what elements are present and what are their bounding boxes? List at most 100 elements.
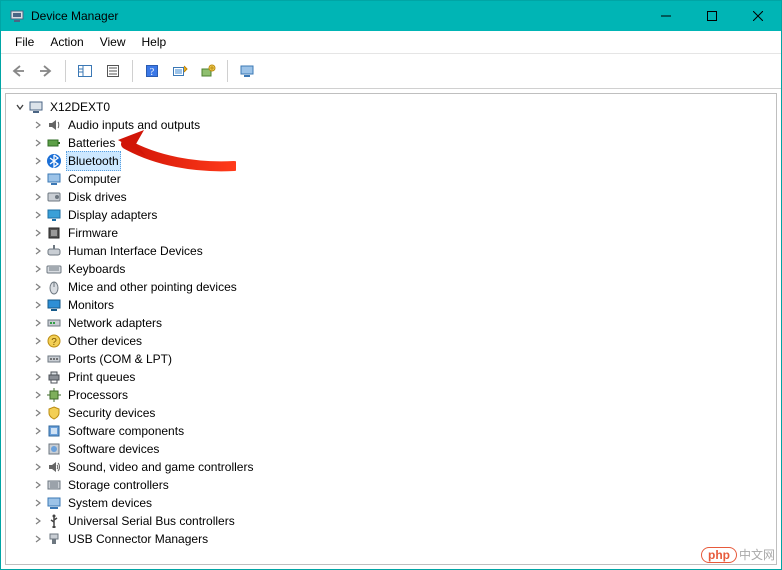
chevron-right-icon[interactable] xyxy=(30,477,46,493)
chevron-right-icon[interactable] xyxy=(30,441,46,457)
chevron-right-icon[interactable] xyxy=(30,225,46,241)
chevron-right-icon[interactable] xyxy=(30,369,46,385)
tree-item-label: Ports (COM & LPT) xyxy=(66,350,174,368)
tree-item[interactable]: Security devices xyxy=(8,404,774,422)
security-icon xyxy=(46,405,62,421)
tree-item[interactable]: Sound, video and game controllers xyxy=(8,458,774,476)
chevron-right-icon[interactable] xyxy=(30,135,46,151)
tree-item[interactable]: Display adapters xyxy=(8,206,774,224)
tree-item-label: Human Interface Devices xyxy=(66,242,205,260)
tree-item[interactable]: Network adapters xyxy=(8,314,774,332)
chevron-right-icon[interactable] xyxy=(30,189,46,205)
cpu-icon xyxy=(46,387,62,403)
tree-item-label: Batteries xyxy=(66,134,117,152)
scan-hardware-button[interactable] xyxy=(167,58,193,84)
hid-icon xyxy=(46,243,62,259)
tree-item-label: Computer xyxy=(66,170,123,188)
tree-item[interactable]: Software devices xyxy=(8,440,774,458)
tree-item[interactable]: Storage controllers xyxy=(8,476,774,494)
minimize-button[interactable] xyxy=(643,1,689,31)
sw-device-icon xyxy=(46,441,62,457)
menu-help[interactable]: Help xyxy=(134,33,175,51)
remote-computer-button[interactable] xyxy=(234,58,260,84)
forward-button[interactable] xyxy=(33,58,59,84)
chevron-right-icon[interactable] xyxy=(30,405,46,421)
sw-component-icon xyxy=(46,423,62,439)
tree-item[interactable]: Disk drives xyxy=(8,188,774,206)
tree-item-label: Mice and other pointing devices xyxy=(66,278,239,296)
tree-item[interactable]: ? Other devices xyxy=(8,332,774,350)
usb-icon xyxy=(46,513,62,529)
tree-item-label: Sound, video and game controllers xyxy=(66,458,255,476)
mouse-icon xyxy=(46,279,62,295)
tree-item[interactable]: Print queues xyxy=(8,368,774,386)
chevron-right-icon[interactable] xyxy=(30,423,46,439)
tree-item-label: Keyboards xyxy=(66,260,127,278)
tree-item[interactable]: USB Connector Managers xyxy=(8,530,774,548)
chevron-right-icon[interactable] xyxy=(30,333,46,349)
chevron-right-icon[interactable] xyxy=(30,297,46,313)
tree-item[interactable]: Software components xyxy=(8,422,774,440)
show-hide-tree-button[interactable] xyxy=(72,58,98,84)
tree-item[interactable]: Ports (COM & LPT) xyxy=(8,350,774,368)
chevron-right-icon[interactable] xyxy=(30,513,46,529)
other-icon: ? xyxy=(46,333,62,349)
tree-item[interactable]: Human Interface Devices xyxy=(8,242,774,260)
chevron-right-icon[interactable] xyxy=(30,243,46,259)
chevron-right-icon[interactable] xyxy=(30,315,46,331)
chevron-right-icon[interactable] xyxy=(30,117,46,133)
svg-text:?: ? xyxy=(51,337,57,348)
add-legacy-hardware-button[interactable] xyxy=(195,58,221,84)
help-button[interactable]: ? xyxy=(139,58,165,84)
menu-file[interactable]: File xyxy=(7,33,42,51)
tree-item-label: Processors xyxy=(66,386,130,404)
tree-item[interactable]: Monitors xyxy=(8,296,774,314)
disk-icon xyxy=(46,189,62,205)
app-icon xyxy=(9,8,25,24)
chevron-right-icon[interactable] xyxy=(30,531,46,547)
chevron-right-icon[interactable] xyxy=(30,207,46,223)
tree-item-label: Network adapters xyxy=(66,314,164,332)
tree-item[interactable]: Computer xyxy=(8,170,774,188)
tree-item[interactable]: Universal Serial Bus controllers xyxy=(8,512,774,530)
tree-item[interactable]: Audio inputs and outputs xyxy=(8,116,774,134)
tree-item[interactable]: System devices xyxy=(8,494,774,512)
tree-item-label: Disk drives xyxy=(66,188,129,206)
maximize-button[interactable] xyxy=(689,1,735,31)
menu-action[interactable]: Action xyxy=(42,33,91,51)
tree-item[interactable]: Keyboards xyxy=(8,260,774,278)
sound-icon xyxy=(46,459,62,475)
chevron-right-icon[interactable] xyxy=(30,459,46,475)
tree-item-label: Software devices xyxy=(66,440,161,458)
monitor-icon xyxy=(46,297,62,313)
tree-item[interactable]: Mice and other pointing devices xyxy=(8,278,774,296)
chevron-right-icon[interactable] xyxy=(30,261,46,277)
chevron-right-icon[interactable] xyxy=(30,495,46,511)
tree-item[interactable]: Firmware xyxy=(8,224,774,242)
titlebar[interactable]: Device Manager xyxy=(1,1,781,31)
tree-item-label: Other devices xyxy=(66,332,144,350)
tree-item[interactable]: Processors xyxy=(8,386,774,404)
close-button[interactable] xyxy=(735,1,781,31)
chevron-right-icon[interactable] xyxy=(30,351,46,367)
printer-icon xyxy=(46,369,62,385)
system-icon xyxy=(46,495,62,511)
chevron-right-icon[interactable] xyxy=(30,153,46,169)
tree-root[interactable]: X12DEXT0 xyxy=(8,98,774,116)
properties-button[interactable] xyxy=(100,58,126,84)
tree-item-label: Firmware xyxy=(66,224,120,242)
tree-item[interactable]: Bluetooth xyxy=(8,152,774,170)
computer-root-icon xyxy=(28,99,44,115)
tree-item[interactable]: Batteries xyxy=(8,134,774,152)
chevron-right-icon[interactable] xyxy=(30,279,46,295)
toolbar-separator xyxy=(132,60,133,82)
chevron-right-icon[interactable] xyxy=(30,171,46,187)
toolbar: ? xyxy=(1,54,781,89)
tree-item-label: USB Connector Managers xyxy=(66,530,210,548)
device-tree[interactable]: X12DEXT0 Audio inputs and outputsBatteri… xyxy=(5,93,777,565)
tree-item-label: Display adapters xyxy=(66,206,159,224)
chevron-down-icon[interactable] xyxy=(12,99,28,115)
back-button[interactable] xyxy=(5,58,31,84)
chevron-right-icon[interactable] xyxy=(30,387,46,403)
menu-view[interactable]: View xyxy=(92,33,134,51)
